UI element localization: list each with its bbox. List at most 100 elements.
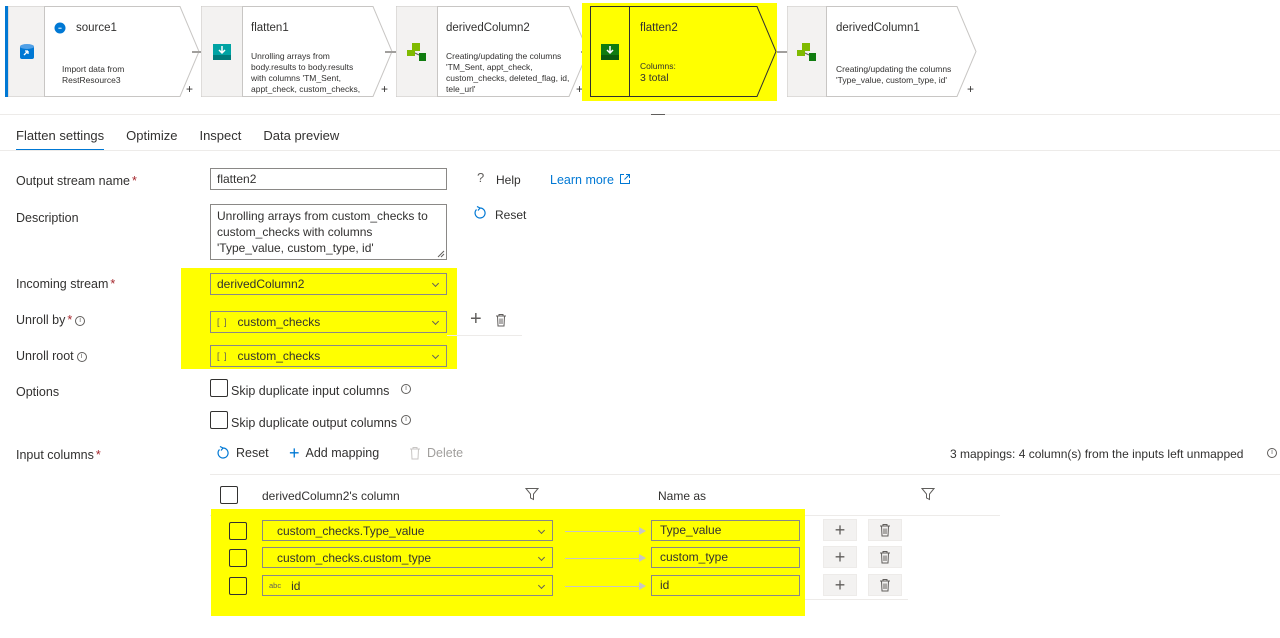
node-description: Creating/updating the columns 'TM_Sent, …: [446, 51, 570, 94]
source-column-dropdown[interactable]: abc id: [262, 575, 553, 596]
tab-data-preview[interactable]: Data preview: [263, 128, 339, 151]
mapping-arrow: [565, 558, 643, 559]
incoming-stream-label: Incoming stream *: [16, 277, 116, 291]
reset-button[interactable]: Reset: [495, 208, 526, 222]
select-all-checkbox[interactable]: [220, 486, 238, 504]
output-stream-input[interactable]: flatten2: [210, 168, 447, 190]
info-icon[interactable]: i: [401, 415, 411, 425]
plus-icon: +: [834, 520, 846, 540]
resize-grip-icon[interactable]: [437, 250, 445, 258]
unroll-by-label: Unroll by * i: [16, 313, 86, 327]
row-checkbox[interactable]: [229, 522, 247, 540]
skip-duplicate-input-checkbox[interactable]: [210, 379, 228, 397]
chevron-down-icon: [431, 351, 440, 360]
mapping-reset-label: Reset: [236, 446, 269, 460]
plus-icon: +: [289, 443, 300, 463]
node-title: source1: [76, 22, 117, 34]
add-row-button[interactable]: +: [823, 546, 857, 568]
external-link-icon[interactable]: [619, 173, 631, 185]
incoming-stream-value: derivedColumn2: [217, 277, 305, 291]
node-title: derivedColumn2: [446, 22, 530, 34]
tabs-divider: [0, 150, 1280, 151]
array-type-icon: [ ]: [217, 317, 228, 327]
chevron-down-icon: [431, 279, 440, 288]
node-source1[interactable]: •• source1 Import data from RestResource…: [8, 6, 200, 97]
flatten-icon: [201, 6, 243, 97]
name-as-input[interactable]: Type_value: [651, 520, 800, 541]
info-icon[interactable]: i: [401, 384, 411, 394]
arrow-right-icon: [639, 527, 646, 535]
add-node-button[interactable]: +: [186, 82, 193, 96]
incoming-stream-dropdown[interactable]: derivedColumn2: [210, 273, 447, 295]
unroll-by-dropdown[interactable]: [ ] custom_checks: [210, 311, 447, 333]
node-description: Unrolling arrays from body.results to bo…: [251, 51, 361, 94]
source-icon: [8, 6, 45, 97]
unroll-root-dropdown[interactable]: [ ] custom_checks: [210, 345, 447, 367]
node-flatten2[interactable]: flatten2 Columns: 3 total: [590, 6, 777, 97]
name-as-input[interactable]: custom_type: [651, 547, 800, 568]
mapping-toolbar-divider: [210, 474, 1280, 475]
help-icon[interactable]: ?: [477, 170, 484, 185]
plus-icon: +: [834, 547, 846, 567]
delete-row-button[interactable]: [868, 574, 902, 596]
node-derivedcolumn1[interactable]: derivedColumn1 Creating/updating the col…: [787, 6, 977, 97]
delete-mapping-label: Delete: [427, 446, 464, 460]
row-checkbox[interactable]: [229, 549, 247, 567]
rest-icon: ••: [54, 22, 66, 34]
flatten-icon: [590, 6, 630, 97]
unroll-root-value: custom_checks: [237, 349, 321, 363]
mapping-arrow: [565, 586, 643, 587]
output-stream-label: Output stream name *: [16, 174, 137, 188]
row-checkbox[interactable]: [229, 577, 247, 595]
info-icon[interactable]: i: [76, 352, 87, 362]
collapse-handle[interactable]: [651, 114, 665, 115]
chevron-down-icon: [431, 317, 440, 326]
source-column-dropdown[interactable]: custom_checks.custom_type: [262, 547, 553, 568]
mapping-reset-button[interactable]: Reset: [216, 446, 269, 460]
add-row-button[interactable]: +: [823, 574, 857, 596]
add-unroll-icon[interactable]: +: [470, 309, 482, 329]
info-icon[interactable]: i: [75, 316, 86, 326]
node-derivedcolumn2[interactable]: derivedColumn2 Creating/updating the col…: [396, 6, 589, 97]
skip-duplicate-input-label: Skip duplicate input columns: [231, 384, 390, 398]
tab-inspect[interactable]: Inspect: [199, 128, 241, 151]
tab-optimize[interactable]: Optimize: [126, 128, 177, 151]
name-as-input[interactable]: id: [651, 575, 800, 596]
unroll-by-value: custom_checks: [237, 315, 321, 329]
delete-row-button[interactable]: [868, 519, 902, 541]
tab-flatten-settings[interactable]: Flatten settings: [16, 128, 105, 151]
node-flatten1[interactable]: flatten1 Unrolling arrays from body.resu…: [201, 6, 393, 97]
plus-icon: +: [834, 575, 846, 595]
add-mapping-button[interactable]: + Add mapping: [289, 443, 379, 463]
filter-icon[interactable]: [525, 487, 539, 501]
source-column-value: id: [291, 578, 301, 593]
node-title: flatten1: [251, 22, 289, 34]
add-row-button[interactable]: +: [823, 519, 857, 541]
delete-unroll-icon[interactable]: [495, 313, 507, 327]
filter-icon[interactable]: [921, 487, 935, 501]
chevron-down-icon: [537, 526, 546, 534]
trash-icon: [880, 551, 890, 564]
source-column-value: custom_checks.custom_type: [277, 550, 432, 565]
delete-mapping-button[interactable]: Delete: [409, 446, 463, 460]
info-icon[interactable]: i: [1267, 448, 1277, 458]
skip-duplicate-output-label: Skip duplicate output columns: [231, 416, 398, 430]
dataflow-pipeline: •• source1 Import data from RestResource…: [0, 0, 1280, 108]
node-columns-count: 3 total: [640, 73, 669, 84]
description-text: Unrolling arrays from custom_checks to c…: [217, 209, 428, 255]
help-link[interactable]: Help: [496, 173, 521, 187]
arrow-right-icon: [639, 554, 646, 562]
add-node-button[interactable]: +: [381, 82, 388, 96]
source-column-dropdown[interactable]: custom_checks.Type_value: [262, 520, 553, 541]
learn-more-link[interactable]: Learn more: [550, 173, 614, 187]
delete-row-button[interactable]: [868, 546, 902, 568]
mapping-arrow: [565, 531, 643, 532]
node-description: Creating/updating the columns 'Type_valu…: [836, 64, 952, 85]
reset-icon[interactable]: [473, 206, 487, 220]
add-node-button[interactable]: +: [967, 82, 974, 96]
description-textarea[interactable]: Unrolling arrays from custom_checks to c…: [210, 204, 447, 260]
canvas-divider: [0, 114, 1280, 115]
skip-duplicate-output-checkbox[interactable]: [210, 411, 228, 429]
reset-icon: [217, 446, 229, 459]
unroll-root-label: Unroll root i: [16, 349, 87, 363]
